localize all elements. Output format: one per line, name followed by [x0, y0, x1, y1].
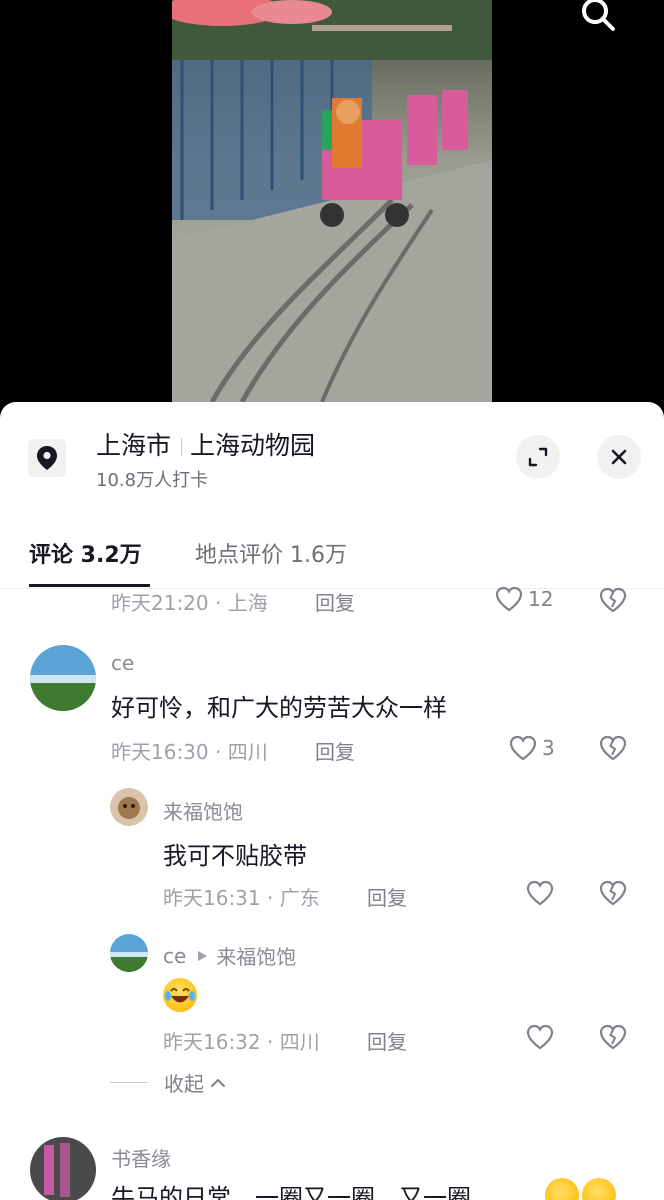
heart-icon	[495, 586, 523, 612]
broken-heart-icon	[599, 587, 627, 613]
dislike-button[interactable]	[598, 734, 628, 766]
title-separator	[181, 438, 183, 456]
reply-button[interactable]: 回复	[367, 882, 407, 911]
checkin-count: 10.8万人打卡	[96, 470, 209, 491]
comment-username[interactable]: ce	[111, 651, 134, 675]
location-place: 上海动物园	[190, 431, 316, 460]
comments-sheet: 上海市 上海动物园 10.8万人打卡 评论 3.2万 地点评价 1.6万 昨天21…	[0, 402, 664, 1200]
close-button[interactable]	[597, 435, 641, 479]
close-icon	[611, 449, 627, 465]
tab-place-reviews[interactable]: 地点评价 1.6万	[195, 537, 347, 569]
chevron-up-icon	[211, 1078, 225, 1087]
divider	[110, 1082, 148, 1083]
video-player[interactable]	[0, 0, 664, 410]
heart-icon	[526, 880, 554, 906]
comment-meta: 昨天16:30 · 四川	[111, 740, 268, 764]
sweat-smile-emoji	[582, 1178, 616, 1200]
avatar[interactable]	[30, 645, 96, 711]
comment-meta: 昨天21:20 · 上海	[111, 591, 268, 615]
expand-button[interactable]	[516, 435, 560, 479]
broken-heart-icon	[599, 880, 627, 906]
dislike-button[interactable]	[598, 1023, 628, 1055]
dislike-button[interactable]	[598, 586, 628, 618]
like-button[interactable]	[525, 1023, 555, 1051]
like-count: 3	[542, 736, 555, 760]
reply-arrow-icon	[198, 950, 208, 961]
comment-username[interactable]: 书香缘	[111, 1143, 171, 1172]
sweat-smile-emoji	[545, 1178, 579, 1200]
comment-meta: 昨天16:32 · 四川	[163, 1030, 320, 1054]
location-title[interactable]: 上海市 上海动物园	[96, 426, 315, 462]
comment-username[interactable]: 来福饱饱	[163, 796, 243, 825]
tab-comments[interactable]: 评论 3.2万	[29, 537, 142, 569]
reply-button[interactable]: 回复	[315, 736, 355, 765]
comment-text: 我可不贴胶带	[163, 842, 307, 870]
heart-icon	[509, 735, 537, 761]
location-city: 上海市	[96, 431, 172, 460]
comment-text: 好可怜，和广大的劳苦大众一样	[111, 694, 447, 722]
search-icon[interactable]	[578, 0, 618, 34]
avatar[interactable]	[110, 788, 148, 826]
like-count: 12	[528, 587, 554, 611]
collapse-replies-button[interactable]: 收起	[110, 1068, 228, 1097]
video-scene	[172, 0, 492, 402]
location-pin-icon	[28, 439, 66, 477]
reply-button[interactable]: 回复	[367, 1026, 407, 1055]
reply-header: ce 来福饱饱	[163, 941, 296, 970]
broken-heart-icon	[599, 1024, 627, 1050]
reply-to-username[interactable]: 来福饱饱	[216, 941, 296, 970]
tab-bar: 评论 3.2万 地点评价 1.6万	[0, 532, 664, 589]
laughing-crying-emoji	[163, 978, 197, 1012]
like-button[interactable]: 12	[494, 585, 553, 613]
avatar[interactable]	[30, 1137, 96, 1200]
broken-heart-icon	[599, 735, 627, 761]
comment-username[interactable]: ce	[163, 944, 186, 968]
like-button[interactable]	[525, 879, 555, 907]
video-frame	[172, 0, 492, 402]
reply-button[interactable]: 回复	[315, 587, 355, 616]
comment-text: 牛马的日常，一圈又一圈，又一圈	[111, 1184, 471, 1200]
expand-icon	[528, 447, 548, 467]
comment-meta: 昨天16:31 · 广东	[163, 886, 320, 910]
collapse-label: 收起	[164, 1072, 204, 1096]
like-button[interactable]: 3	[508, 734, 555, 762]
avatar[interactable]	[110, 934, 148, 972]
dislike-button[interactable]	[598, 879, 628, 911]
heart-icon	[526, 1024, 554, 1050]
